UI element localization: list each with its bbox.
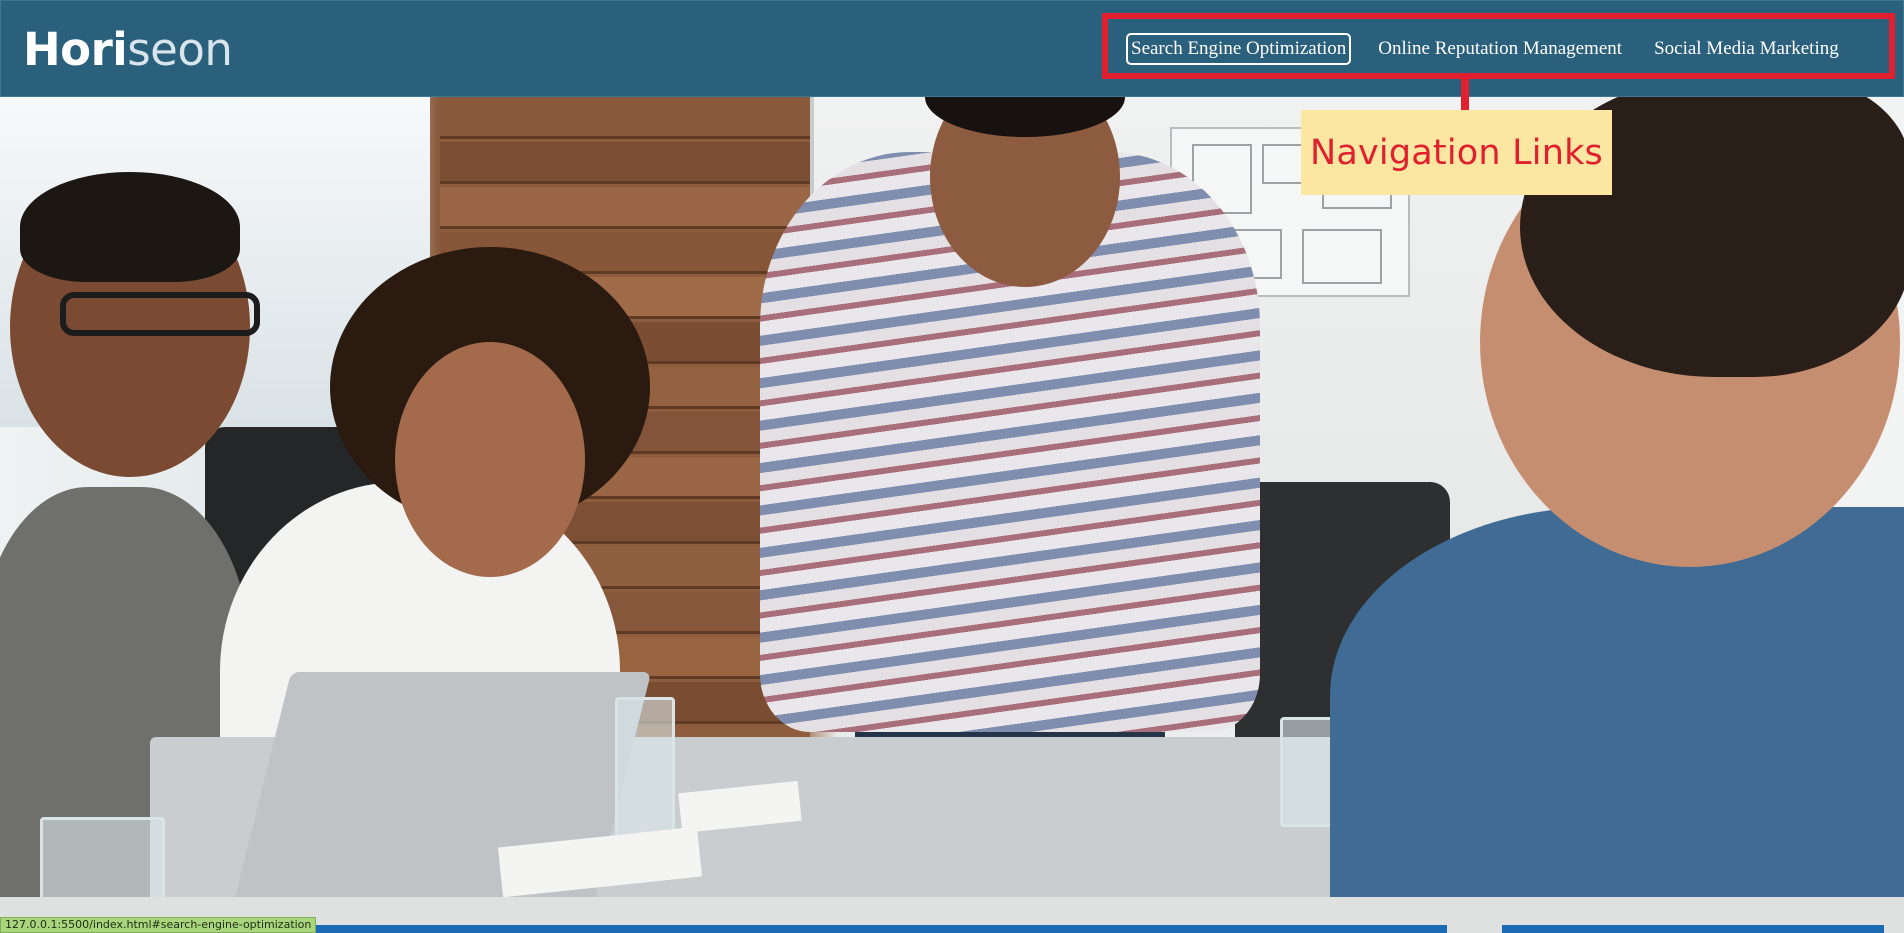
callout-connector bbox=[1461, 78, 1469, 110]
navigation-links-callout: Navigation Links bbox=[1301, 110, 1612, 195]
logo-main: Hori bbox=[23, 23, 128, 76]
status-bar-url: 127.0.0.1:5500/index.html#search-engine-… bbox=[0, 917, 317, 933]
nav-link-search-engine-optimization[interactable]: Search Engine Optimization bbox=[1125, 33, 1352, 65]
main-content-bar bbox=[300, 925, 1447, 933]
main-navigation: Search Engine Optimization Online Reputa… bbox=[1125, 33, 1842, 65]
water-glass bbox=[40, 817, 165, 897]
site-logo[interactable]: Horiseon bbox=[23, 21, 233, 79]
glasses bbox=[60, 292, 260, 336]
person-hair bbox=[20, 172, 240, 282]
site-header: Horiseon Search Engine Optimization Onli… bbox=[0, 0, 1904, 97]
person-face bbox=[395, 342, 585, 577]
page: Horiseon Search Engine Optimization Onli… bbox=[0, 0, 1904, 933]
sidebar-content-bar bbox=[1502, 925, 1884, 933]
callout-label: Navigation Links bbox=[1309, 132, 1603, 173]
hero-image bbox=[0, 97, 1904, 897]
logo-accent: seon bbox=[127, 23, 233, 76]
water-glass bbox=[615, 697, 675, 847]
person-denim-shirt bbox=[1330, 507, 1904, 897]
nav-link-online-reputation-management[interactable]: Online Reputation Management bbox=[1375, 35, 1625, 63]
nav-link-social-media-marketing[interactable]: Social Media Marketing bbox=[1651, 35, 1842, 63]
